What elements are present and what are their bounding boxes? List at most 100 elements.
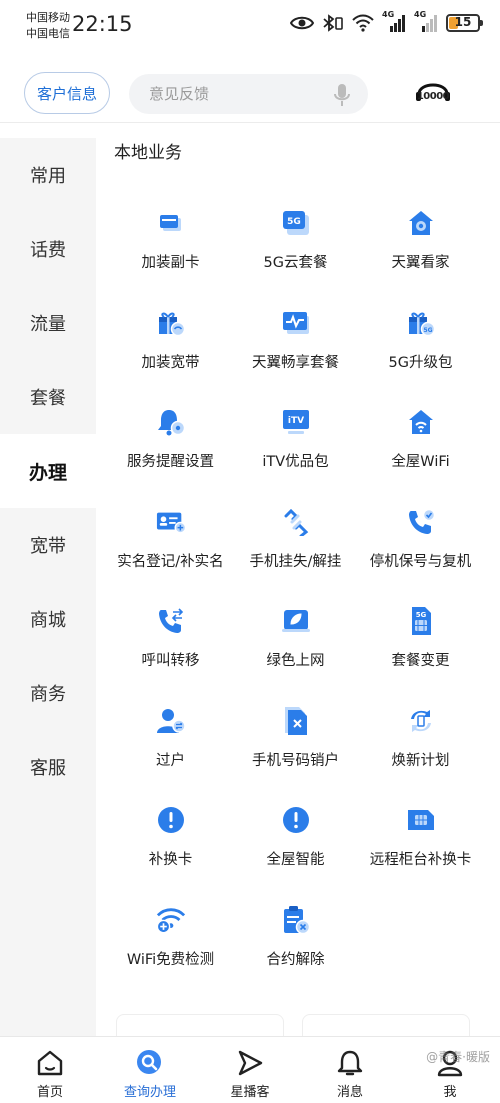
service-label: 合约解除	[266, 951, 325, 968]
nav-me[interactable]: 我	[400, 1037, 500, 1103]
customer-info-button[interactable]: 客户信息	[24, 72, 110, 114]
service-item[interactable]: 天翼畅享套餐	[233, 308, 358, 408]
carrier-info: 中国移动 中国电信	[26, 10, 70, 42]
service-label: 远程柜台补换卡	[369, 852, 472, 868]
signal-2: 4G	[414, 10, 438, 32]
search-bar[interactable]	[129, 74, 368, 114]
service-label: 天翼畅享套餐	[252, 354, 339, 371]
sidebar-item-mall[interactable]: 商城	[0, 582, 96, 656]
gift-5g-icon: 5G	[408, 312, 435, 336]
watermark: @青春·暖版	[426, 1050, 490, 1064]
hotline-number: 10000	[416, 91, 450, 102]
service-item[interactable]: 全屋WiFi	[358, 407, 483, 507]
5g-cloud-icon: 5G	[282, 211, 309, 235]
main-content: 本地业务 加装副卡 5G 5G云套餐 天翼看家 加装宽带 天翼畅享套餐 5G 5…	[96, 138, 500, 1054]
carrier-1: 中国移动	[26, 11, 70, 24]
service-item[interactable]: WiFi免费检测	[108, 905, 233, 1005]
service-label: 加装宽带	[141, 354, 200, 371]
sidebar-item-business[interactable]: 商务	[0, 656, 96, 730]
service-item[interactable]: 补换卡	[108, 805, 233, 905]
cancel-sim-icon	[284, 706, 307, 735]
nav-query[interactable]: 查询办理	[100, 1037, 200, 1103]
service-label: 5G升级包	[388, 354, 453, 371]
sim-card-icon	[159, 215, 181, 231]
service-item[interactable]: 手机挂失/解挂	[233, 507, 358, 607]
service-label: 补换卡	[148, 852, 193, 868]
nav-podcast[interactable]: 星播客	[200, 1037, 300, 1103]
service-label: 服务提醒设置	[127, 454, 214, 470]
play-icon	[238, 1050, 263, 1076]
sidebar-item-common[interactable]: 常用	[0, 138, 96, 212]
signal-bars-icon	[390, 15, 405, 32]
signal-1: 4G	[382, 10, 406, 32]
service-item[interactable]: iTV iTV优品包	[233, 407, 358, 507]
service-label: 实名登记/补实名	[117, 553, 224, 570]
bluetooth-icon	[323, 14, 343, 32]
service-item[interactable]: 加装副卡	[108, 208, 233, 308]
sidebar-item-bill[interactable]: 话费	[0, 212, 96, 286]
home-icon	[37, 1050, 63, 1076]
service-item[interactable]: 天翼看家	[358, 208, 483, 308]
service-label: WiFi免费检测	[126, 951, 215, 968]
itv-icon: iTV	[282, 410, 309, 434]
nav-label: 我	[443, 1085, 457, 1100]
service-label: 停机保号与复机	[369, 553, 472, 570]
bell-icon	[337, 1050, 363, 1076]
service-label: 全屋WiFi	[391, 454, 450, 470]
nav-home[interactable]: 首页	[0, 1037, 100, 1103]
exclamation-icon	[282, 807, 309, 833]
service-item[interactable]: 绿色上网	[233, 606, 358, 706]
service-item[interactable]: 加装宽带	[108, 308, 233, 408]
category-sidebar: 常用 话费 流量 套餐 办理 宽带 商城 商务 客服	[0, 138, 96, 1036]
header: 客户信息 10000	[0, 72, 500, 116]
service-item[interactable]: 服务提醒设置	[108, 407, 233, 507]
service-item[interactable]: 5G 套餐变更	[358, 606, 483, 706]
gift-broadband-icon	[158, 312, 185, 336]
nav-messages[interactable]: 消息	[300, 1037, 400, 1103]
service-label: 5G云套餐	[263, 255, 328, 271]
signal-bars-icon	[422, 15, 437, 32]
service-item[interactable]: 停机保号与复机	[358, 507, 483, 607]
sidebar-item-handle[interactable]: 办理	[0, 434, 96, 508]
service-item[interactable]: 呼叫转移	[108, 606, 233, 706]
service-item[interactable]: 过户	[108, 706, 233, 806]
nav-label: 查询办理	[123, 1085, 176, 1100]
carrier-2: 中国电信	[26, 27, 70, 40]
service-item[interactable]: 5G 5G升级包	[358, 308, 483, 408]
svg-text:5G: 5G	[415, 611, 426, 619]
exclamation-icon	[157, 807, 184, 833]
sidebar-item-service[interactable]: 客服	[0, 730, 96, 804]
service-item[interactable]: 实名登记/补实名	[108, 507, 233, 607]
service-item[interactable]: 手机号码销户	[233, 706, 358, 806]
service-item[interactable]: 5G 5G云套餐	[233, 208, 358, 308]
link-broken-icon	[284, 508, 308, 536]
service-label: 手机号码销户	[252, 752, 339, 769]
green-leaf-screen-icon	[281, 610, 310, 632]
eye-icon	[290, 16, 314, 30]
home-camera-icon	[408, 211, 433, 235]
service-item[interactable]: 焕新计划	[358, 706, 483, 806]
service-item[interactable]: 全屋智能	[233, 805, 358, 905]
service-item[interactable]: 远程柜台补换卡	[358, 805, 483, 905]
status-bar: 中国移动 中国电信 22:15 4G 4G 15	[0, 0, 500, 56]
search-input[interactable]	[149, 85, 319, 103]
svg-text:5G: 5G	[287, 217, 301, 227]
sim-chip-icon	[407, 810, 434, 830]
user-transfer-icon	[156, 708, 186, 733]
service-label: 手机挂失/解挂	[249, 553, 342, 570]
nav-label: 消息	[336, 1085, 363, 1100]
service-item[interactable]: 合约解除	[233, 905, 358, 1005]
svg-text:5G: 5G	[423, 327, 432, 334]
sim-5g-icon: 5G	[411, 607, 431, 635]
hotline-button[interactable]: 10000	[414, 78, 452, 110]
sidebar-item-broadband[interactable]: 宽带	[0, 508, 96, 582]
sidebar-item-data[interactable]: 流量	[0, 286, 96, 360]
service-label: 加装副卡	[141, 255, 200, 271]
service-label: 套餐变更	[391, 653, 450, 669]
monitor-pulse-icon	[282, 311, 309, 334]
sidebar-item-plan[interactable]: 套餐	[0, 360, 96, 434]
header-divider	[0, 122, 500, 123]
microphone-icon[interactable]	[334, 83, 350, 107]
section-title: 本地业务	[114, 143, 182, 163]
bell-settings-icon	[157, 410, 185, 436]
